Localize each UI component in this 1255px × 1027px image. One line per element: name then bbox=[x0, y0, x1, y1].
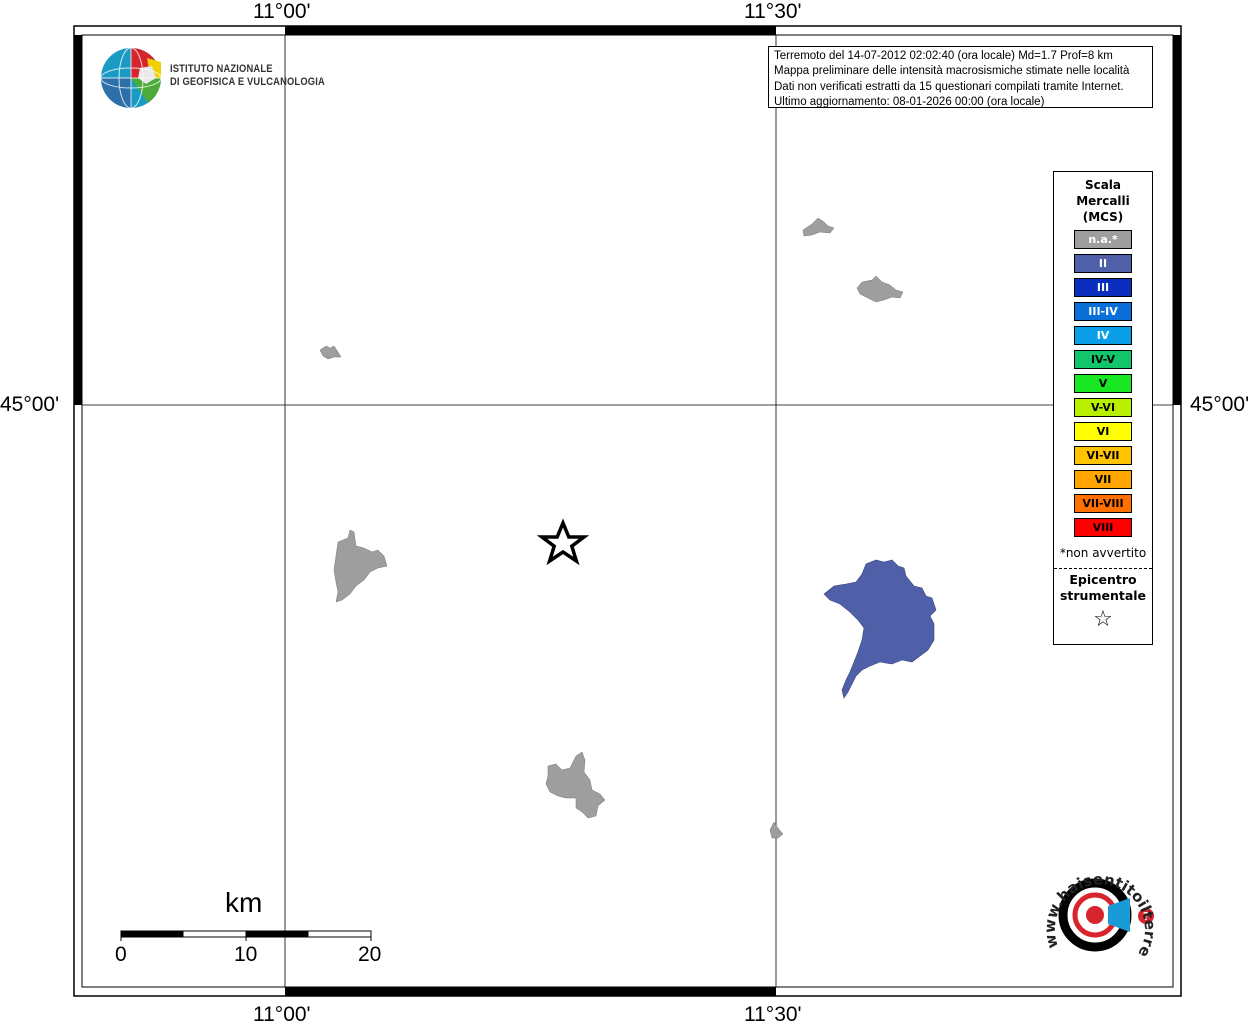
legend-swatch: III bbox=[1074, 278, 1132, 297]
legend-swatch: VII bbox=[1074, 470, 1132, 489]
scale-bar-tick-10: 10 bbox=[234, 943, 258, 966]
haisentito-logo-icon: ? www.haisentitoilterremoto.it bbox=[0, 0, 1159, 960]
legend-epicenter-label: Epicentro strumentale bbox=[1054, 572, 1152, 604]
legend-swatch: n.a.* bbox=[1074, 230, 1132, 249]
epicenter-star-icon[interactable] bbox=[536, 518, 590, 566]
event-info-line3: Dati non verificati estratti da 15 quest… bbox=[774, 80, 1124, 93]
legend-title: Scala Mercalli (MCS) bbox=[1054, 177, 1152, 225]
legend-title-line2: Mercalli bbox=[1076, 194, 1130, 208]
frame-segment-left bbox=[74, 35, 82, 405]
frame-segment-right bbox=[1173, 35, 1181, 405]
event-info-box: Terremoto del 14-07-2012 02:02:40 (ora l… bbox=[768, 46, 1153, 108]
scale-bar-title: km bbox=[225, 887, 263, 918]
legend-divider bbox=[1054, 568, 1152, 569]
legend-swatch: V bbox=[1074, 374, 1132, 393]
event-info-line4: Ultimo aggiornamento: 08-01-2026 00:00 (… bbox=[774, 95, 1045, 108]
lon-label-top-11-30: 11°30' bbox=[744, 0, 802, 23]
legend-epicenter-line1: Epicentro bbox=[1069, 572, 1137, 587]
locality-shape[interactable] bbox=[856, 275, 904, 303]
legend-swatch: VII-VIII bbox=[1074, 494, 1132, 513]
legend-title-line1: Scala bbox=[1084, 178, 1122, 192]
legend-note: *non avvertito bbox=[1059, 546, 1147, 560]
frame-segment-bottom bbox=[285, 987, 776, 996]
mcs-legend: Scala Mercalli (MCS) n.a.* II III III-IV IV I… bbox=[1053, 171, 1153, 645]
legend-swatch: VI-VII bbox=[1074, 446, 1132, 465]
legend-swatch: IV-V bbox=[1074, 350, 1132, 369]
ingv-globe-icon bbox=[100, 47, 162, 109]
map-frame-inner bbox=[81, 34, 1174, 988]
legend-swatch: III-IV bbox=[1074, 302, 1132, 321]
legend-epicenter-line2: strumentale bbox=[1059, 588, 1147, 603]
event-info-line1: Terremoto del 14-07-2012 02:02:40 (ora l… bbox=[774, 50, 1113, 62]
event-info-line2: Mappa preliminare delle intensità macros… bbox=[774, 65, 1130, 78]
svg-text:www.haisentitoilterremoto.it: www.haisentitoilterremoto.it bbox=[0, 0, 1159, 960]
locality-shape[interactable] bbox=[319, 345, 342, 360]
legend-swatch: V-VI bbox=[1074, 398, 1132, 417]
legend-swatch: IV bbox=[1074, 326, 1132, 345]
lon-label-top-11-00: 11°00' bbox=[253, 0, 311, 23]
frame-segment-top bbox=[285, 26, 776, 35]
legend-swatch: VIII bbox=[1074, 518, 1132, 537]
locality-shape[interactable] bbox=[545, 751, 606, 819]
ingv-logo-text: ISTITUTO NAZIONALE DI GEOFISICA E VULCAN… bbox=[170, 63, 325, 89]
locality-shape[interactable] bbox=[333, 529, 388, 603]
scale-bar bbox=[120, 930, 372, 941]
scale-bar-tick-0: 0 bbox=[115, 943, 127, 966]
lat-label-right-45-00: 45°00' bbox=[1190, 393, 1250, 416]
lat-label-left-45-00: 45°00' bbox=[0, 393, 60, 416]
watermark-text: www.haisentitoilterremoto.it bbox=[0, 0, 1159, 960]
locality-shape[interactable] bbox=[802, 217, 835, 237]
ingv-logo-line1: ISTITUTO NAZIONALE bbox=[170, 63, 273, 75]
locality-shape-intensity-ii[interactable] bbox=[823, 559, 937, 699]
ingv-logo-line2: DI GEOFISICA E VULCANOLOGIA bbox=[170, 76, 325, 88]
legend-star-icon: ☆ bbox=[1093, 607, 1113, 632]
legend-title-line3: (MCS) bbox=[1082, 210, 1124, 224]
locality-shape[interactable] bbox=[769, 821, 784, 839]
lon-label-bottom-11-30: 11°30' bbox=[744, 1003, 802, 1026]
legend-swatch: VI bbox=[1074, 422, 1132, 441]
legend-swatch: II bbox=[1074, 254, 1132, 273]
scale-bar-tick-20: 20 bbox=[358, 943, 382, 966]
lon-label-bottom-11-00: 11°00' bbox=[253, 1003, 311, 1026]
map-frame-outer bbox=[73, 25, 1182, 997]
